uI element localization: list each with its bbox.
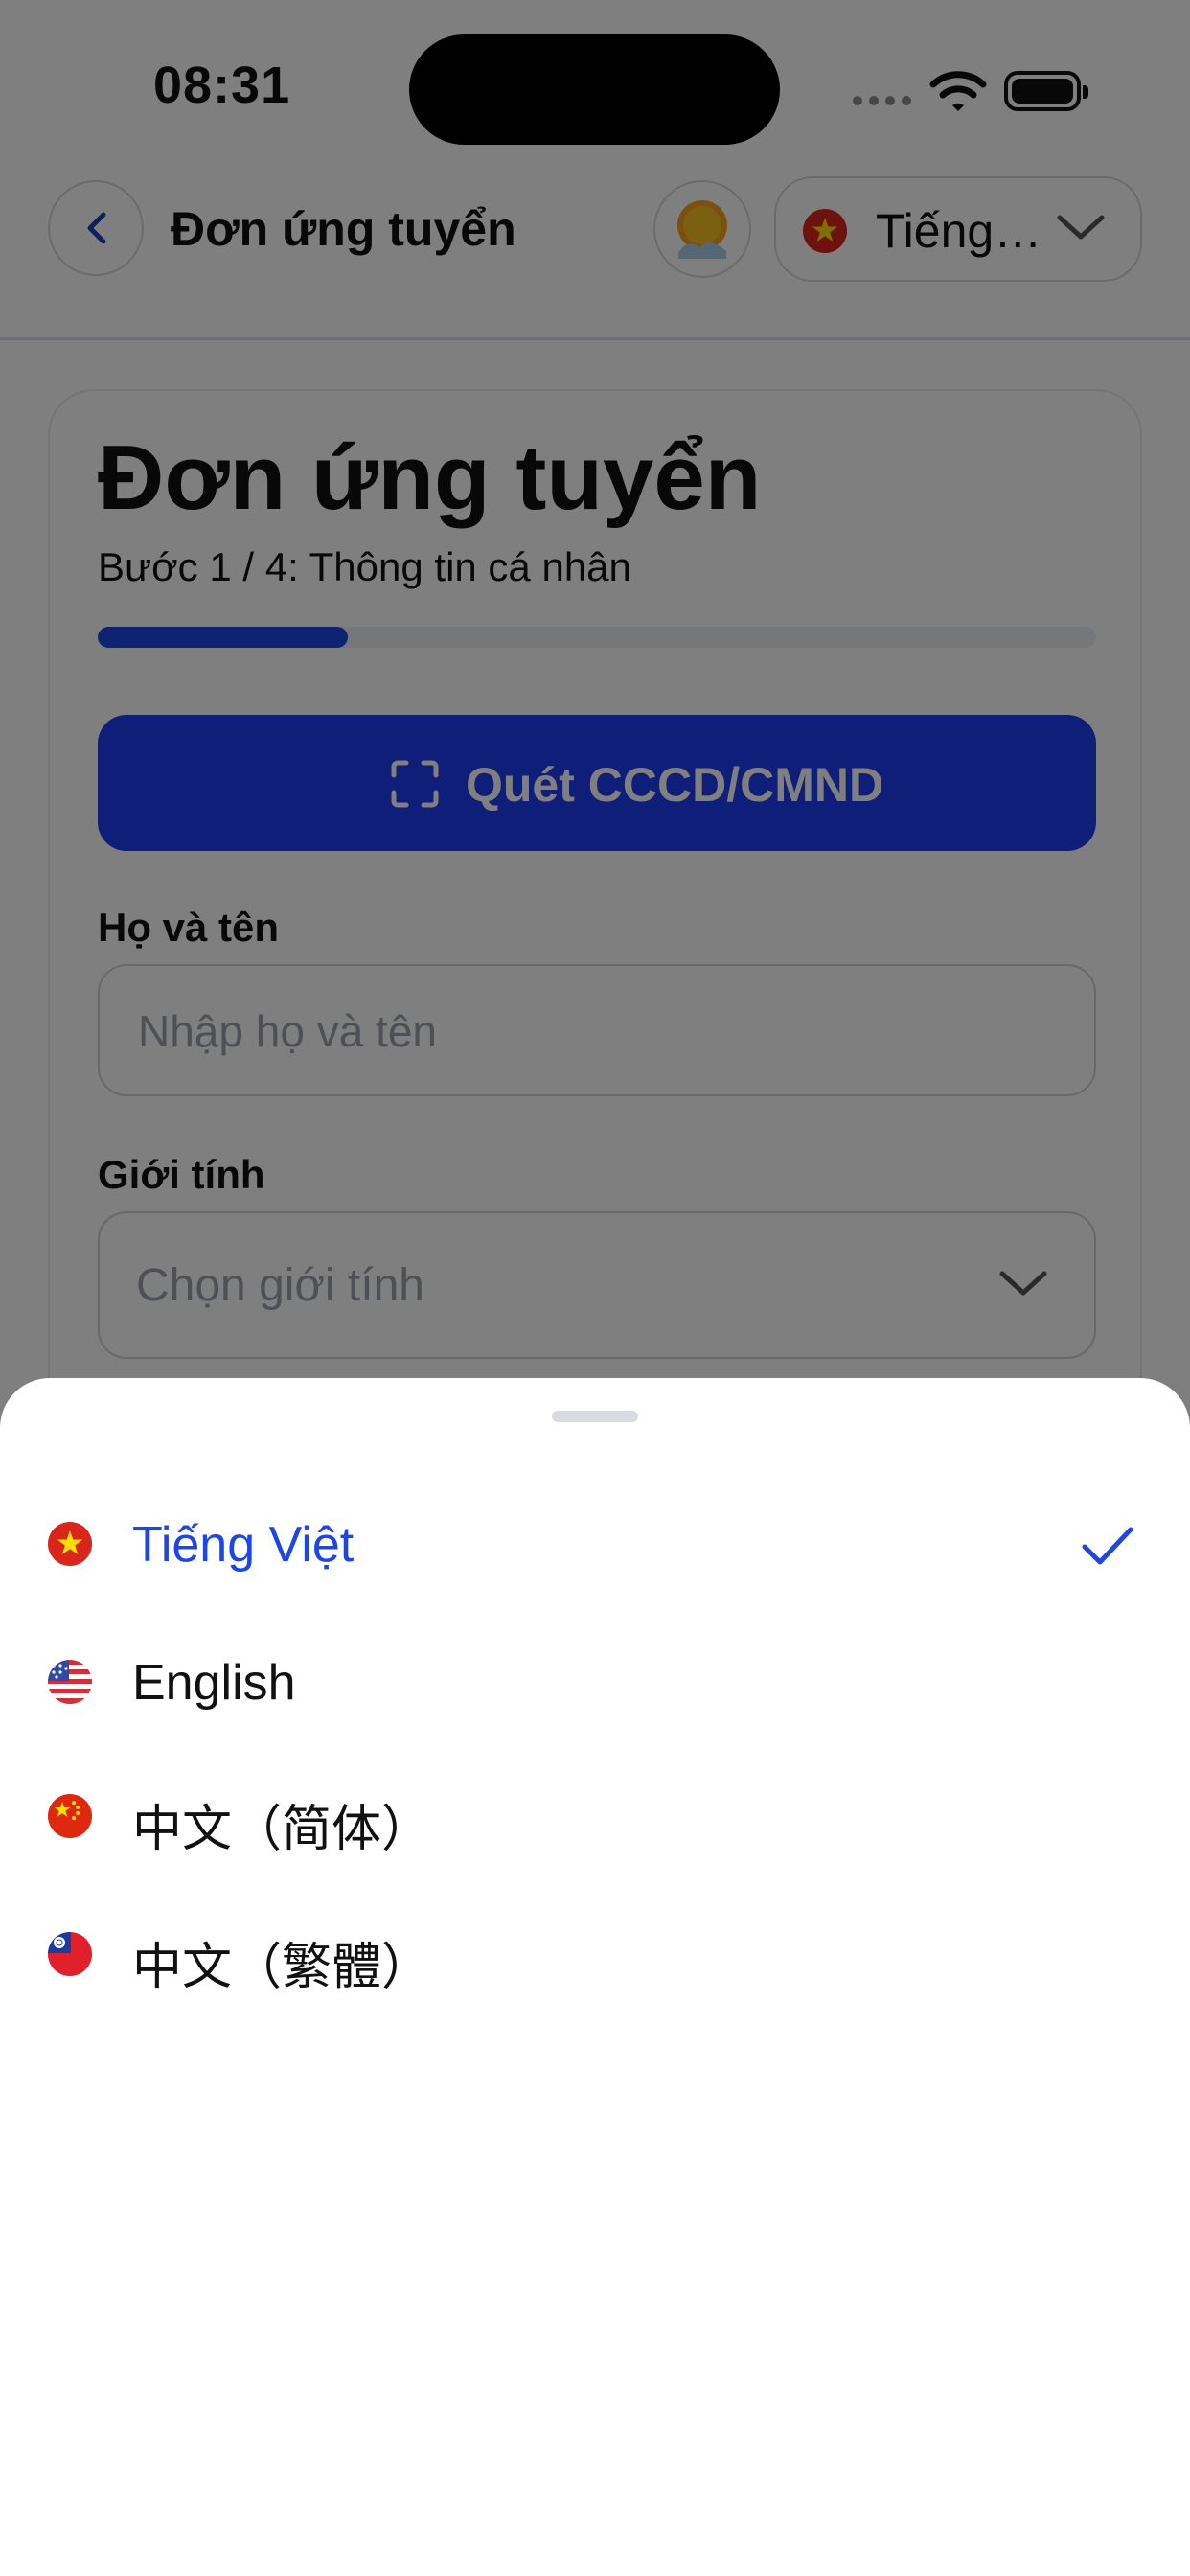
language-option-label: 中文（简体） bbox=[132, 1802, 432, 1857]
language-option-label: 中文（繁體） bbox=[132, 1940, 432, 1995]
language-option-label: English bbox=[132, 1655, 296, 1711]
checkmark-icon bbox=[1082, 1527, 1133, 1565]
sheet-drag-handle[interactable] bbox=[552, 1411, 638, 1422]
language-option-vietnamese[interactable]: Tiếng Việt bbox=[0, 1482, 1190, 1606]
us-flag-icon bbox=[48, 1660, 92, 1704]
language-sheet: Tiếng Việt English 中文（简体） 中文（繁體） bbox=[0, 1378, 1190, 2576]
china-flag-icon bbox=[48, 1794, 92, 1838]
taiwan-flag-icon bbox=[48, 1932, 92, 1976]
language-option-chinese-simplified[interactable]: 中文（简体） bbox=[0, 1754, 1190, 1878]
screen: 08:31 Đơn ứng tuyển bbox=[0, 0, 1190, 2576]
language-option-chinese-traditional[interactable]: 中文（繁體） bbox=[0, 1892, 1190, 2016]
vietnam-flag-icon bbox=[48, 1522, 92, 1566]
home-indicator bbox=[466, 2549, 724, 2561]
language-option-english[interactable]: English bbox=[0, 1620, 1190, 1744]
language-option-label: Tiếng Việt bbox=[132, 1517, 355, 1573]
